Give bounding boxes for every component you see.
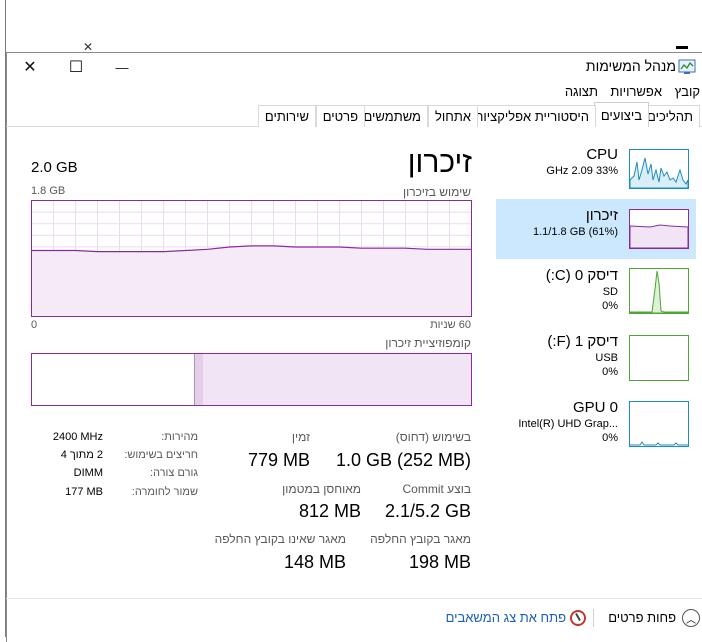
open-resource-monitor-link[interactable]: פתח את צג המשאבים: [446, 610, 566, 625]
in-use-value: 1.0 GB (252 MB): [335, 450, 471, 470]
paged-pool-value: 198 MB: [408, 552, 471, 572]
tab-performance[interactable]: ביצועים: [593, 102, 649, 127]
tab-services[interactable]: שירותים: [257, 105, 316, 127]
sidebar-item-value: 0%: [602, 366, 618, 378]
close-button[interactable]: ✕: [7, 52, 53, 82]
cached-value: 812 MB: [298, 501, 361, 521]
sidebar-item-subtitle: 1.1/1.8 GB (61%): [533, 226, 618, 238]
available-label: זמין: [291, 430, 310, 444]
memory-graph-icon: [629, 209, 689, 249]
composition-label: קומפוזיציית זיכרון: [385, 336, 471, 350]
committed-value: 2.1/5.2 GB: [384, 501, 471, 521]
menu-view[interactable]: תצוגה: [565, 84, 598, 99]
sidebar-item-gpu[interactable]: GPU 0 Intel(R) UHD Grap... 0%: [496, 396, 696, 456]
sidebar-item-subtitle: USB: [595, 352, 618, 364]
tab-app-history[interactable]: היסטוריית אפליקציות: [467, 105, 596, 127]
minimize-button[interactable]: —: [99, 52, 145, 82]
memory-usage-max: 1.8 GB: [31, 185, 66, 197]
committed-label: בוצע Commit: [402, 482, 472, 496]
memory-composition-bar: [31, 353, 472, 406]
close-icon: ✕: [23, 59, 37, 76]
detail-label: גורם צורה:: [149, 467, 198, 479]
detail-value: 2400 MHz: [52, 431, 103, 443]
sidebar-item-memory[interactable]: זיכרון 1.1/1.8 GB (61%): [496, 199, 696, 259]
sidebar-item-value: 0%: [602, 432, 618, 444]
x-axis-left-label: 60 שניות: [430, 319, 471, 331]
background-minimize-icon: [676, 46, 688, 49]
menu-file[interactable]: קובץ: [675, 84, 700, 99]
sidebar-item-disk-1[interactable]: דיסק 1 (F:) USB 0%: [496, 330, 696, 390]
tab-details[interactable]: פרטים: [315, 105, 365, 127]
cpu-graph-icon: [629, 149, 689, 189]
detail-label: חריצים בשימוש:: [124, 449, 198, 461]
non-paged-pool-label: מאגר שאינו בקובץ החלפה: [214, 532, 346, 546]
detail-value: DIMM: [73, 467, 103, 479]
page-title: זיכרון: [407, 146, 472, 179]
sidebar-item-title: דיסק 0 (C:): [545, 267, 618, 284]
disk-graph-icon: [629, 335, 689, 381]
tab-users[interactable]: משתמשים: [356, 105, 428, 127]
maximize-icon: ☐: [68, 59, 84, 76]
app-icon: [678, 58, 696, 76]
composition-in-use: [203, 354, 471, 405]
sidebar-item-title: זיכרון: [585, 207, 618, 224]
non-paged-pool-value: 148 MB: [283, 552, 346, 572]
disk-graph-icon: [629, 268, 689, 314]
sidebar-item-title: CPU: [586, 146, 618, 163]
minimize-icon: —: [115, 59, 129, 75]
sidebar-item-cpu[interactable]: CPU 33% 2.09 GHz: [496, 140, 696, 200]
total-memory: 2.0 GB: [31, 159, 78, 176]
window-title: מנהל המשימות: [585, 58, 676, 74]
menu-options[interactable]: אפשרויות: [610, 84, 662, 99]
memory-usage-label: שימוש בזיכרון: [403, 185, 471, 199]
detail-label: מהירות:: [161, 431, 198, 443]
detail-value: 2 מתוך 4: [60, 449, 103, 461]
fewer-details-button[interactable]: פחות פרטים: [608, 610, 676, 625]
sidebar-item-disk-0[interactable]: דיסק 0 (C:) SD 0%: [496, 262, 696, 322]
sidebar-item-value: 0%: [602, 300, 618, 312]
detail-label: שמור לחומרה:: [131, 486, 198, 498]
tab-startup[interactable]: אתחול: [428, 105, 478, 127]
footer-divider: [593, 609, 594, 627]
gpu-graph-icon: [629, 401, 689, 447]
composition-modified: [194, 354, 204, 405]
sidebar-item-title: דיסק 1 (F:): [547, 333, 618, 350]
in-use-label: בשימוש (דחוס): [395, 430, 471, 444]
sidebar-item-subtitle: Intel(R) UHD Grap...: [518, 418, 618, 430]
memory-usage-chart: [31, 200, 472, 317]
resource-monitor-icon: [570, 610, 586, 626]
tab-processes[interactable]: תהליכים: [640, 105, 700, 127]
x-axis-right-label: 0: [31, 319, 38, 331]
cached-label: מאוחסן במטמון: [282, 482, 361, 496]
maximize-button[interactable]: ☐: [53, 52, 99, 82]
sidebar-item-subtitle: 33% 2.09 GHz: [546, 165, 618, 177]
sidebar-item-subtitle: SD: [602, 286, 618, 298]
sidebar-item-title: GPU 0: [572, 399, 618, 416]
footer-separator: [6, 598, 702, 599]
detail-value: 177 MB: [65, 486, 103, 498]
chevron-up-icon[interactable]: ︿: [682, 609, 700, 627]
paged-pool-label: מאגר בקובץ החלפה: [370, 532, 471, 546]
available-value: 779 MB: [247, 450, 310, 470]
